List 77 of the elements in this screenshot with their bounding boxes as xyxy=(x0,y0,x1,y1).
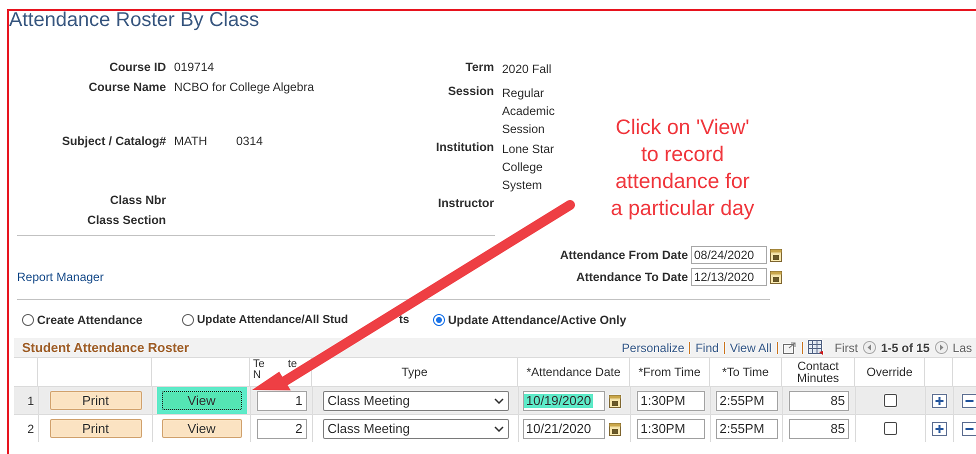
delete-row-icon[interactable] xyxy=(962,422,976,436)
column-header: Type xyxy=(401,366,428,378)
radio-option[interactable]: Update Attendance/All Stud ts xyxy=(182,313,433,327)
template-field[interactable]: 2 xyxy=(256,418,306,438)
row-number: 2 xyxy=(27,422,34,436)
callout-text: Click on 'View' to record attendance for a particular day xyxy=(610,115,756,222)
field-label: Institution xyxy=(435,140,494,156)
column-header: te xyxy=(288,359,297,370)
type-select[interactable]: Class Meeting xyxy=(322,390,508,410)
calendar-icon[interactable] xyxy=(770,248,782,262)
column-header: *Attendance Date xyxy=(526,366,621,378)
radio-option[interactable]: Update Attendance/Active Only xyxy=(433,313,626,327)
add-row-icon[interactable] xyxy=(932,394,947,408)
calendar-icon[interactable] xyxy=(609,422,621,436)
date-field[interactable]: 10/21/2020 xyxy=(523,418,605,438)
grid-download-icon[interactable] xyxy=(808,340,824,356)
to-time-field[interactable]: 2:55PM xyxy=(716,390,778,410)
page-range: 1-5 of 15 xyxy=(880,340,930,354)
grid-link[interactable]: Personalize xyxy=(622,340,684,354)
field-value: 0314 xyxy=(236,134,263,148)
from-time-field[interactable]: 1:30PM xyxy=(636,390,704,410)
calendar-icon[interactable] xyxy=(770,270,782,284)
next-icon[interactable] xyxy=(934,341,948,354)
field-label: Session xyxy=(446,84,494,100)
template-field[interactable]: 1 xyxy=(256,390,306,410)
grid-link[interactable]: Find xyxy=(695,340,719,354)
column-header: Override xyxy=(866,366,912,378)
grid-title: Student Attendance Roster xyxy=(22,340,190,354)
add-row-icon[interactable] xyxy=(932,422,947,436)
from-time-field[interactable]: 1:30PM xyxy=(636,418,704,438)
print-button[interactable]: Print xyxy=(50,419,142,438)
field-label: Attendance To Date xyxy=(576,270,688,284)
field-value: Regular Academic Session xyxy=(502,85,556,138)
field-label: Attendance From Date xyxy=(560,248,688,262)
field-label: Class Nbr xyxy=(108,193,166,207)
radio-label-end: ts xyxy=(399,313,410,327)
field-label: Class Section xyxy=(86,213,166,227)
column-header: Te xyxy=(253,359,265,370)
column-header: *To Time xyxy=(722,366,769,378)
page-title: Attendance Roster By Class xyxy=(9,9,260,31)
report-manager-link[interactable]: Report Manager xyxy=(17,270,104,284)
override-checkbox[interactable] xyxy=(884,394,897,407)
field-value: NCBO for College Algebra xyxy=(174,80,314,94)
field-label: Subject / Catalog# xyxy=(60,134,166,148)
view-button[interactable]: View xyxy=(162,391,242,410)
chevron-icon xyxy=(494,426,504,432)
column-header: N xyxy=(253,370,261,381)
chevron-icon xyxy=(494,398,504,404)
override-checkbox[interactable] xyxy=(884,422,897,435)
date-field[interactable]: 08/24/2020 xyxy=(691,246,767,264)
field-label: Course Name xyxy=(88,80,166,94)
field-value: 019714 xyxy=(174,60,214,74)
delete-row-icon[interactable] xyxy=(962,394,976,408)
minutes-field[interactable]: 85 xyxy=(789,390,849,410)
field-value: Lone Star College System xyxy=(502,141,556,194)
first-label: First xyxy=(834,340,858,354)
date-field[interactable]: 12/13/2020 xyxy=(691,268,767,286)
field-value: 2020 Fall xyxy=(502,61,552,78)
to-time-field[interactable]: 2:55PM xyxy=(716,418,778,438)
grid-link[interactable]: View All xyxy=(730,340,772,354)
view-button[interactable]: View xyxy=(162,419,242,438)
column-header: Contact Minutes xyxy=(796,360,840,384)
field-label: Course ID xyxy=(108,60,166,74)
type-select[interactable]: Class Meeting xyxy=(322,418,508,438)
previous-icon[interactable] xyxy=(862,341,876,354)
print-button[interactable]: Print xyxy=(50,391,142,410)
row-number: 1 xyxy=(27,394,34,408)
field-label: Instructor xyxy=(436,196,494,210)
field-label: Term xyxy=(464,60,494,76)
calendar-icon[interactable] xyxy=(609,394,621,408)
date-field[interactable]: 10/19/2020 xyxy=(523,390,605,410)
field-value: MATH xyxy=(174,134,208,148)
popout-icon[interactable] xyxy=(782,342,797,354)
last-label: Las xyxy=(952,340,972,354)
radio-option[interactable]: Create Attendance xyxy=(22,313,182,327)
column-header: *From Time xyxy=(638,366,700,378)
minutes-field[interactable]: 85 xyxy=(789,418,849,438)
